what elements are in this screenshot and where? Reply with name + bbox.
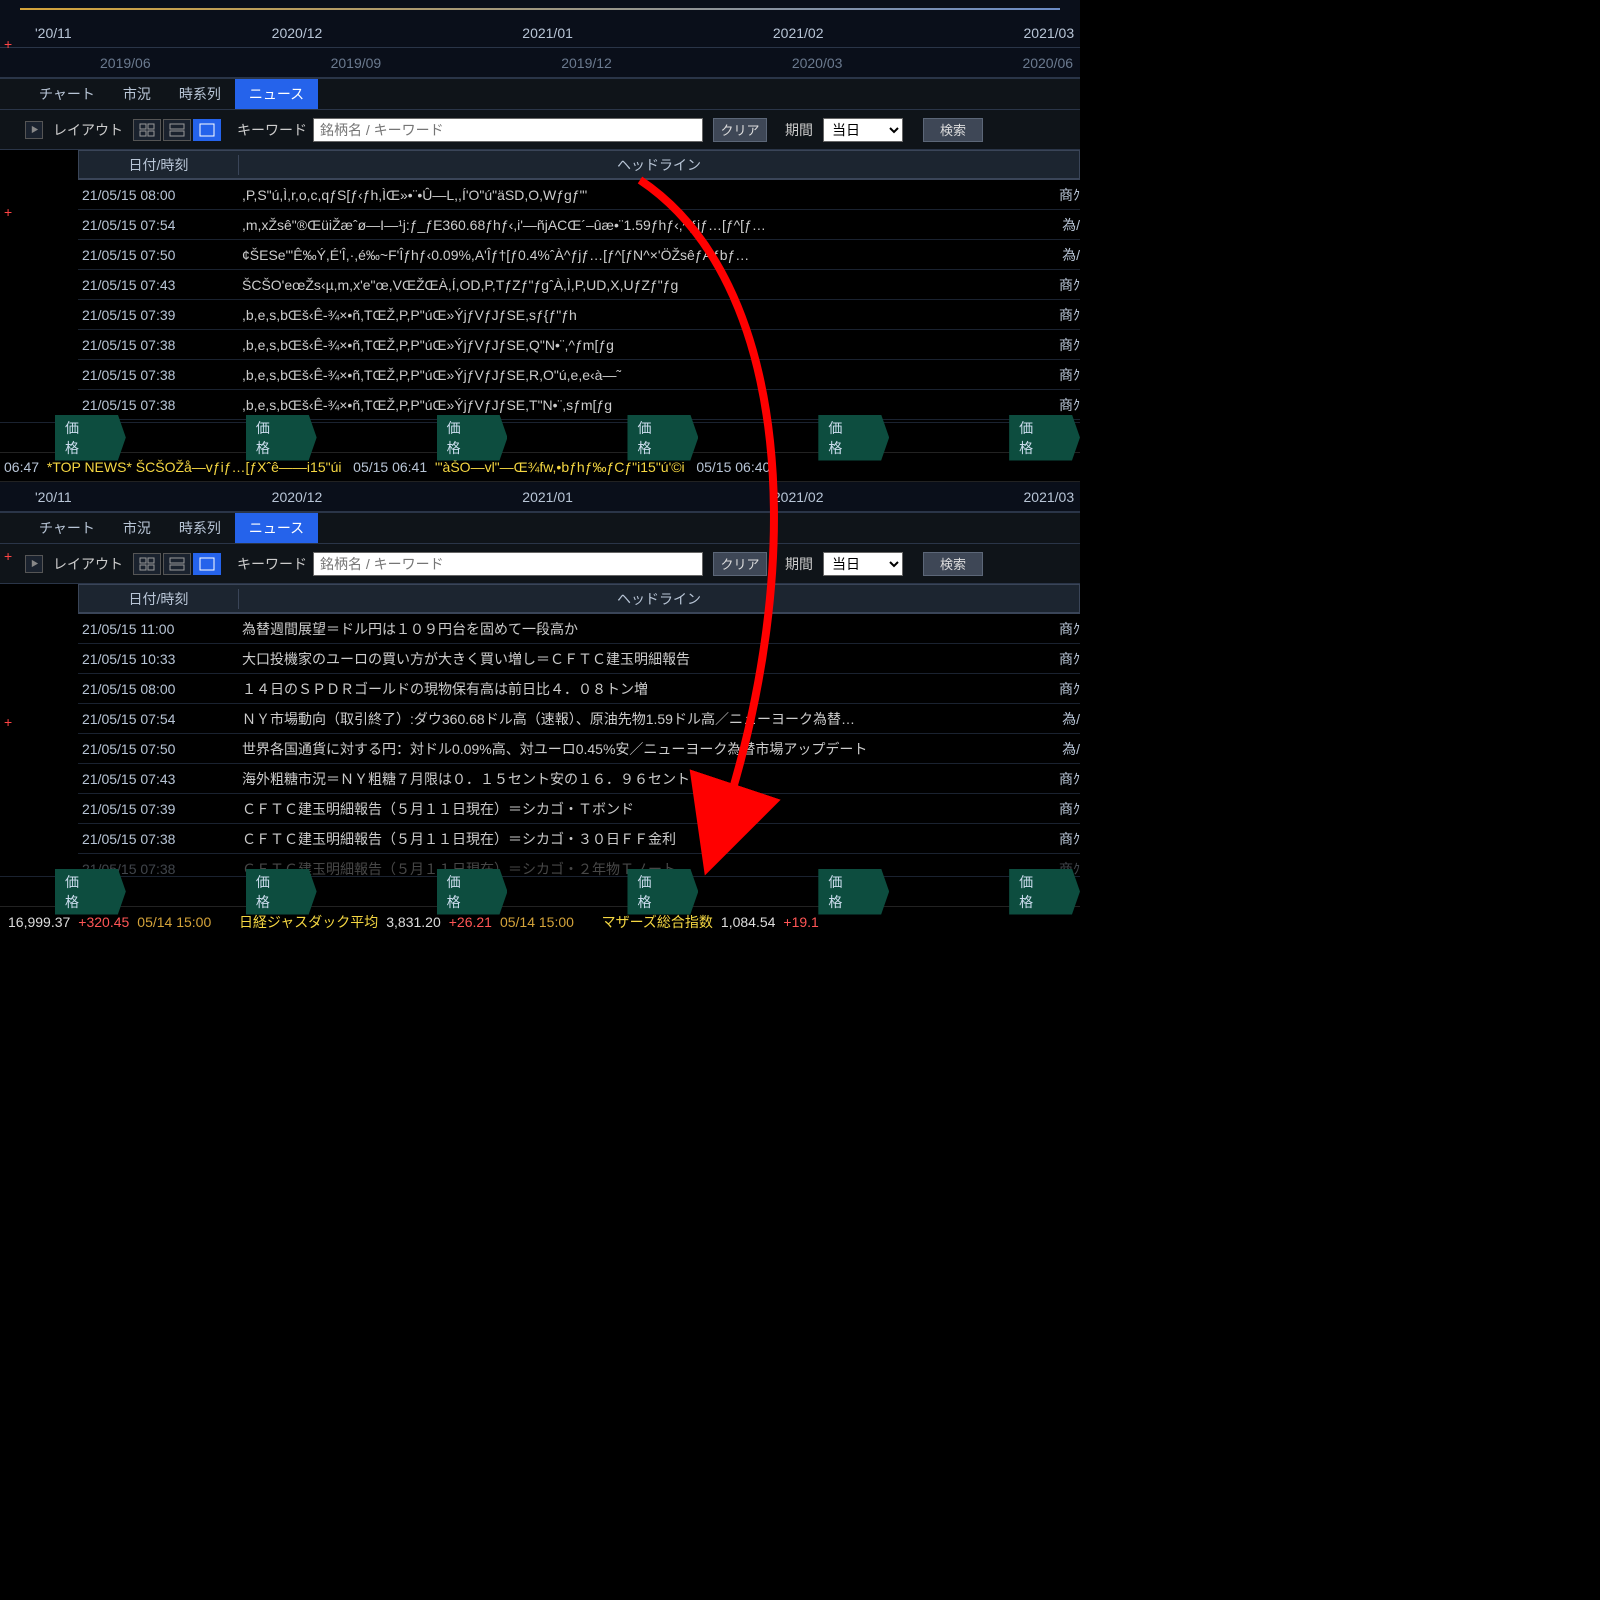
news-table-bot: 日付/時刻 ヘッドライン 21/05/15 11:00為替週間展望＝ドル円は１０… xyxy=(0,584,1080,876)
price-tag: 価 格 xyxy=(627,415,698,461)
price-tag: 価 格 xyxy=(1009,869,1080,915)
price-tag: 価 格 xyxy=(818,869,889,915)
search-button[interactable]: 検索 xyxy=(923,118,983,142)
price-tag: 価 格 xyxy=(627,869,698,915)
table-row[interactable]: 21/05/15 10:33大口投機家のユーロの買い方が大きく買い増し＝ＣＦＴＣ… xyxy=(78,644,1080,674)
price-tag: 価 格 xyxy=(246,869,317,915)
play-button[interactable] xyxy=(25,121,43,139)
tab-market[interactable]: 市況 xyxy=(109,79,165,109)
panel-tabs-2: チャート 市況 時系列 ニュース xyxy=(0,512,1080,544)
tab-news[interactable]: ニュース xyxy=(235,513,318,543)
price-tags-strip-1: 価 格 価 格 価 格 価 格 価 格 価 格 xyxy=(0,422,1080,452)
time-axis-mid-1: '20/112020/122021/012021/022021/03 xyxy=(0,482,1080,512)
time-axis-top-2: 2019/062019/092019/122020/032020/062020/… xyxy=(0,48,1080,78)
tab-chart[interactable]: チャート xyxy=(25,513,109,543)
table-row[interactable]: 21/05/15 07:38ＣＦＴＣ建玉明細報告（５月１１日現在）＝シカゴ・３０… xyxy=(78,824,1080,854)
table-row[interactable]: 21/05/15 07:38 ＣＦＴＣ建玉明細報告（５月１１日現在）＝シカゴ・２… xyxy=(78,854,1080,876)
layout-grid-button[interactable] xyxy=(133,553,161,575)
th-headline: ヘッドライン xyxy=(239,589,1079,609)
price-tag: 価 格 xyxy=(55,415,126,461)
table-row[interactable]: 21/05/15 07:39ＣＦＴＣ建玉明細報告（５月１１日現在）＝シカゴ・Ｔボ… xyxy=(78,794,1080,824)
panel-tabs: チャート 市況 時系列 ニュース xyxy=(0,78,1080,110)
tab-timeseries[interactable]: 時系列 xyxy=(165,513,235,543)
price-tag: 価 格 xyxy=(437,869,508,915)
keyword-label: キーワード xyxy=(237,554,307,574)
table-row[interactable]: 21/05/15 08:00１４日のＳＰＤＲゴールドの現物保有高は前日比４．０８… xyxy=(78,674,1080,704)
table-row[interactable]: 21/05/15 08:00,P,S"ú,Ì,r,o,c,qƒS[ƒ‹ƒh,ÌŒ… xyxy=(78,180,1080,210)
table-row[interactable]: 21/05/15 07:50世界各国通貨に対する円：対ドル0.09%高、対ユーロ… xyxy=(78,734,1080,764)
layout-label: レイアウト xyxy=(53,554,123,574)
layout-single-button[interactable] xyxy=(193,553,221,575)
price-tag: 価 格 xyxy=(55,869,126,915)
table-row[interactable]: 21/05/15 07:43海外粗糖市況＝ＮＹ粗糖７月限は０．１５セント安の１６… xyxy=(78,764,1080,794)
layout-grid-button[interactable] xyxy=(133,119,161,141)
tab-chart[interactable]: チャート xyxy=(25,79,109,109)
price-tag: 価 格 xyxy=(818,415,889,461)
layout-label: レイアウト xyxy=(53,120,123,140)
table-row[interactable]: 21/05/15 07:39,b,e,s,bŒš‹Ê-¾×•ñ,TŒŽ,P,P"… xyxy=(78,300,1080,330)
period-select[interactable]: 当日 xyxy=(823,552,903,576)
play-button[interactable] xyxy=(25,555,43,573)
layout-single-button[interactable] xyxy=(193,119,221,141)
th-datetime: 日付/時刻 xyxy=(79,155,239,175)
table-row[interactable]: 21/05/15 07:38,b,e,s,bŒš‹Ê-¾×•ñ,TŒŽ,P,P"… xyxy=(78,390,1080,420)
keyword-input[interactable] xyxy=(313,552,703,576)
price-tags-strip-2: 価 格 価 格 価 格 価 格 価 格 価 格 xyxy=(0,876,1080,906)
th-datetime: 日付/時刻 xyxy=(79,589,239,609)
table-row[interactable]: 21/05/15 07:43ŠCŠO'eœŽs‹µ,m,x'e"œ,VŒŽŒÀ,… xyxy=(78,270,1080,300)
period-select[interactable]: 当日 xyxy=(823,118,903,142)
price-tag: 価 格 xyxy=(1009,415,1080,461)
table-row[interactable]: 21/05/15 11:00為替週間展望＝ドル円は１０９円台を固めて一段高か商ｸ xyxy=(78,614,1080,644)
footer-price-bar: 16,999.37 +320.45 05/14 15:00 日経ジャスダック平均… xyxy=(0,906,1080,936)
table-row[interactable]: 21/05/15 07:38,b,e,s,bŒš‹Ê-¾×•ñ,TŒŽ,P,P"… xyxy=(78,360,1080,390)
clear-button[interactable]: クリア xyxy=(713,552,767,576)
layout-split-button[interactable] xyxy=(163,119,191,141)
period-label: 期間 xyxy=(785,120,813,140)
table-row[interactable]: 21/05/15 07:50¢ŠESe"'Ê‰Ý,É'Î,·,é‰~F'Îƒhƒ… xyxy=(78,240,1080,270)
news-table-top: 日付/時刻 ヘッドライン 21/05/15 08:00,P,S"ú,Ì,r,o,… xyxy=(0,150,1080,422)
tab-market[interactable]: 市況 xyxy=(109,513,165,543)
clear-button[interactable]: クリア xyxy=(713,118,767,142)
news-toolbar-top: レイアウト キーワード クリア 期間 当日 検索 xyxy=(0,110,1080,150)
layout-split-button[interactable] xyxy=(163,553,191,575)
table-row[interactable]: 21/05/15 07:54,m,xŽsê"®ŒüiŽæˆø—I—¹j:ƒ_ƒE… xyxy=(78,210,1080,240)
th-headline: ヘッドライン xyxy=(239,155,1079,175)
news-toolbar-bot: レイアウト キーワード クリア 期間 当日 検索 xyxy=(0,544,1080,584)
tab-news[interactable]: ニュース xyxy=(235,79,318,109)
period-label: 期間 xyxy=(785,554,813,574)
news-ticker: 06:47 *TOP NEWS* ŠCŠOŽå—vƒiƒ…[ƒXˆê——i15"… xyxy=(0,452,1080,482)
table-row[interactable]: 21/05/15 07:54ＮＹ市場動向（取引終了）:ダウ360.68ドル高（速… xyxy=(78,704,1080,734)
tab-timeseries[interactable]: 時系列 xyxy=(165,79,235,109)
price-tag: 価 格 xyxy=(246,415,317,461)
keyword-input[interactable] xyxy=(313,118,703,142)
keyword-label: キーワード xyxy=(237,120,307,140)
price-tag: 価 格 xyxy=(437,415,508,461)
table-row[interactable]: 21/05/15 07:38,b,e,s,bŒš‹Ê-¾×•ñ,TŒŽ,P,P"… xyxy=(78,330,1080,360)
search-button[interactable]: 検索 xyxy=(923,552,983,576)
time-axis-top-1: '20/112020/122021/012021/022021/03 xyxy=(0,18,1080,48)
